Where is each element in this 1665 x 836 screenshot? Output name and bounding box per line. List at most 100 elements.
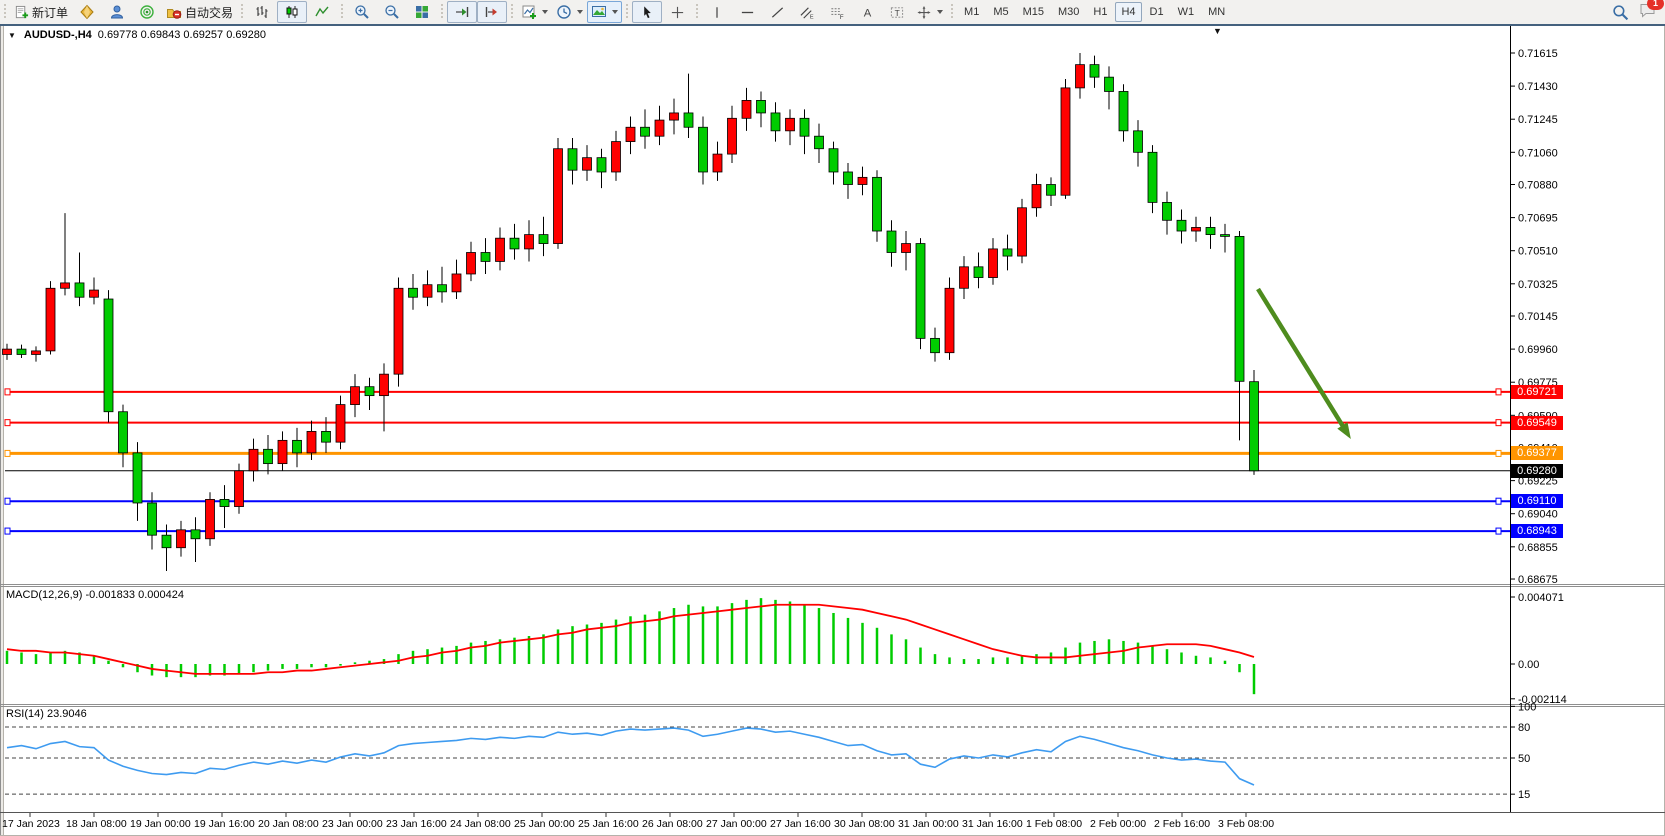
timeframe-button-m15[interactable]: M15 [1017, 2, 1050, 22]
line-handle[interactable] [5, 389, 10, 395]
candle-body [1192, 227, 1201, 231]
trend-arrow-line[interactable] [1258, 289, 1344, 428]
rsi-tick-label: 100 [1518, 701, 1536, 713]
candle-body [626, 127, 635, 141]
text-tool-button[interactable]: A [852, 1, 882, 23]
chart-shift-button[interactable] [477, 1, 507, 23]
line-handle[interactable] [5, 498, 10, 504]
crosshair-icon [670, 5, 685, 20]
timeframe-button-mn[interactable]: MN [1202, 2, 1231, 22]
candle-body [902, 244, 911, 253]
toolbar-grip[interactable] [510, 4, 514, 20]
zoom-in-button[interactable] [347, 1, 377, 23]
tile-windows-button[interactable] [407, 1, 437, 23]
chart-plot[interactable]: 0.716150.714300.712450.710600.708800.706… [0, 0, 1665, 836]
line-handle[interactable] [5, 420, 10, 426]
timeframe-button-w1[interactable]: W1 [1172, 2, 1201, 22]
candle-body [61, 283, 70, 288]
periods-button[interactable] [552, 1, 587, 23]
gold-diamond-icon [79, 4, 95, 20]
price-tick-label: 0.70145 [1518, 311, 1558, 323]
price-tick-label: 0.68675 [1518, 574, 1558, 586]
auto-scroll-button[interactable] [447, 1, 477, 23]
trendline-icon [770, 5, 785, 20]
candle-body [1018, 208, 1027, 256]
toolbar-grip[interactable] [950, 4, 954, 20]
line-handle[interactable] [1496, 498, 1501, 504]
new-order-label: 新订单 [32, 4, 68, 21]
candle-body [612, 142, 621, 172]
vertical-line-tool-button[interactable] [702, 1, 732, 23]
auto-trading-button[interactable]: 自动交易 [162, 1, 237, 23]
text-icon: A [860, 5, 875, 20]
rsi-line [7, 728, 1254, 785]
macd-tick-label: 0.004071 [1518, 592, 1564, 604]
toolbar-grip[interactable] [695, 4, 699, 20]
toolbar-grip[interactable] [440, 4, 444, 20]
arrows-tool-button[interactable] [912, 1, 947, 23]
channel-icon: E [799, 5, 815, 20]
timeframe-button-h4[interactable]: H4 [1115, 2, 1141, 22]
toolbar-grip[interactable] [340, 4, 344, 20]
line-handle[interactable] [5, 450, 10, 456]
line-handle[interactable] [1496, 389, 1501, 395]
candle-body [206, 499, 215, 538]
new-order-button[interactable]: 新订单 [10, 1, 72, 23]
line-handle[interactable] [1496, 450, 1501, 456]
candle-body [1250, 382, 1259, 471]
mt4-terminal-window: 新订单 [0, 0, 1665, 836]
candle-body [1090, 65, 1099, 78]
candle-body [960, 267, 969, 288]
toolbar-grip[interactable] [240, 4, 244, 20]
trendline-tool-button[interactable] [762, 1, 792, 23]
signals-button[interactable] [132, 1, 162, 23]
rsi-tick-label: 80 [1518, 722, 1530, 734]
fibonacci-tool-button[interactable]: F [822, 1, 852, 23]
date-label: 2 Feb 16:00 [1154, 818, 1210, 830]
toolbar-grip[interactable] [3, 4, 7, 20]
crosshair-tool-button[interactable] [662, 1, 692, 23]
chart-title-overlay: ▼ AUDUSD-,H4 0.69778 0.69843 0.69257 0.6… [8, 29, 266, 41]
search-icon[interactable] [1612, 4, 1629, 21]
candle-body [322, 431, 331, 442]
candle-body [1221, 235, 1230, 237]
text-label-tool-button[interactable]: T [882, 1, 912, 23]
line-handle[interactable] [5, 528, 10, 534]
candle-body [32, 351, 41, 355]
line-chart-icon [314, 4, 330, 20]
indicators-button[interactable] [517, 1, 552, 23]
new-chart-button[interactable] [72, 1, 102, 23]
trend-arrow-head[interactable] [1337, 422, 1351, 439]
price-tick-label: 0.70510 [1518, 246, 1558, 258]
cursor-tool-button[interactable] [632, 1, 662, 23]
one-click-trading-arrow[interactable]: ▼ [8, 31, 16, 40]
signal-radar-icon [139, 4, 155, 20]
candle-body [119, 412, 128, 453]
date-label: 1 Feb 08:00 [1026, 818, 1082, 830]
date-label: 26 Jan 08:00 [642, 818, 703, 830]
templates-button[interactable] [587, 1, 622, 23]
timeframe-button-m1[interactable]: M1 [958, 2, 985, 22]
candlestick-mode-button[interactable] [277, 1, 307, 23]
candle-body [191, 530, 200, 539]
line-chart-mode-button[interactable] [307, 1, 337, 23]
timeframe-button-h1[interactable]: H1 [1087, 2, 1113, 22]
equidistant-channel-tool-button[interactable]: E [792, 1, 822, 23]
timeframe-button-m30[interactable]: M30 [1052, 2, 1085, 22]
timeframe-button-m5[interactable]: M5 [987, 2, 1014, 22]
line-handle[interactable] [1496, 528, 1501, 534]
market-watch-button[interactable] [102, 1, 132, 23]
candle-body [829, 149, 838, 172]
scroll-position-marker[interactable]: ▼ [1213, 26, 1222, 36]
line-handle[interactable] [1496, 420, 1501, 426]
zoom-out-icon [384, 4, 400, 20]
timeframe-button-d1[interactable]: D1 [1144, 2, 1170, 22]
horizontal-line-tool-button[interactable] [732, 1, 762, 23]
zoom-out-button[interactable] [377, 1, 407, 23]
community-notifications-button[interactable]: 1 [1639, 2, 1657, 22]
toolbar-grip[interactable] [625, 4, 629, 20]
date-label: 25 Jan 16:00 [578, 818, 639, 830]
candle-body [1134, 131, 1143, 152]
bar-chart-mode-button[interactable] [247, 1, 277, 23]
candle-body [684, 113, 693, 127]
